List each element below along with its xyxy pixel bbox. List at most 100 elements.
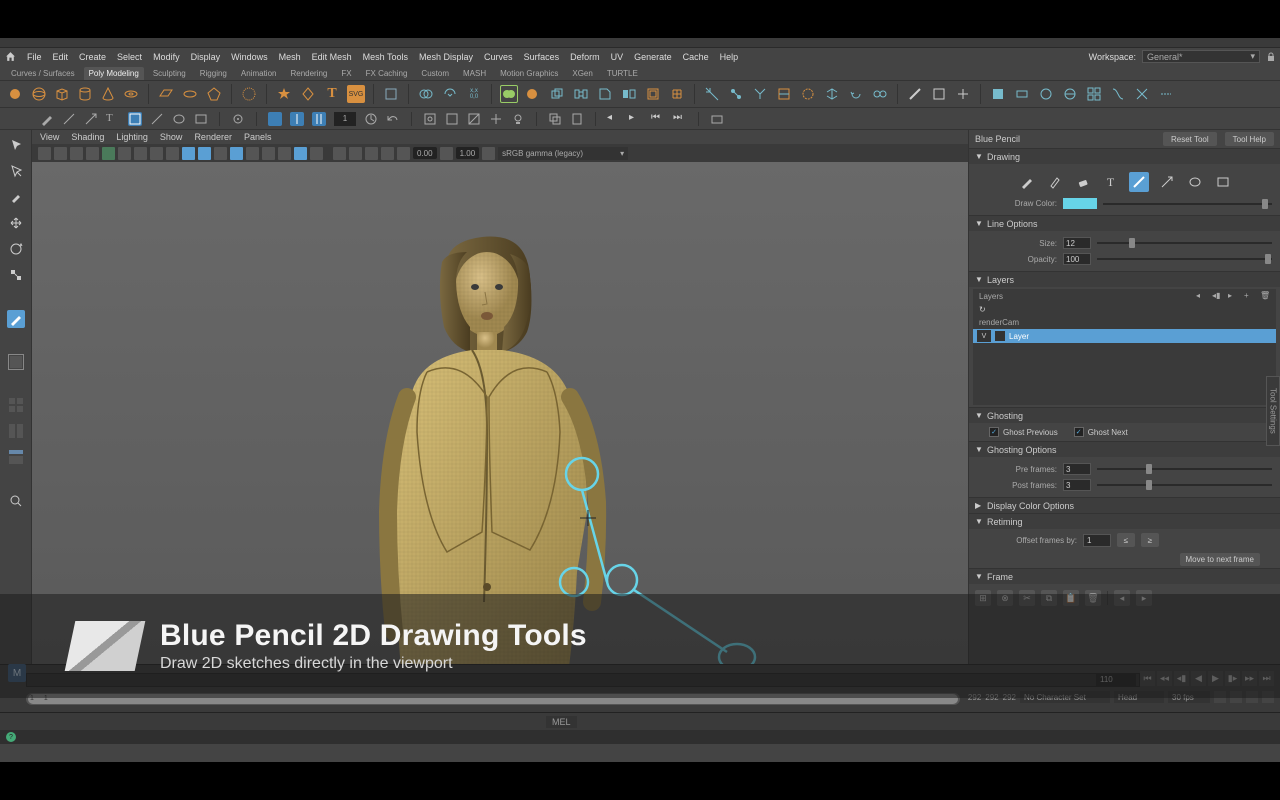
tab-rendering[interactable]: Rendering <box>285 67 332 80</box>
draw-color-swatch[interactable] <box>1063 198 1097 209</box>
vp-menu-shading[interactable]: Shading <box>71 132 104 142</box>
menu-display[interactable]: Display <box>191 52 221 62</box>
quad-draw-icon[interactable] <box>930 85 948 103</box>
tab-sculpting[interactable]: Sculpting <box>148 67 191 80</box>
layer-toggle[interactable] <box>995 331 1005 341</box>
section-drawing[interactable]: ▼Drawing <box>969 149 1280 164</box>
viewport-outliner-icon[interactable] <box>7 448 25 466</box>
vp-grid-icon[interactable] <box>102 147 115 160</box>
poly-torus-icon[interactable] <box>122 85 140 103</box>
vp-safe-action-icon[interactable] <box>182 147 195 160</box>
make-live-icon[interactable] <box>954 85 972 103</box>
pre-frames-slider[interactable] <box>1097 464 1272 474</box>
draw-rect-icon[interactable] <box>1213 172 1233 192</box>
vp-field-chart-icon[interactable] <box>166 147 179 160</box>
section-retiming[interactable]: ▼Retiming <box>969 514 1280 529</box>
size-slider[interactable] <box>1097 238 1272 248</box>
poly-superellipse-icon[interactable] <box>240 85 258 103</box>
tab-fx[interactable]: FX <box>336 67 356 80</box>
layer-refresh-icon[interactable]: ↻ <box>979 305 986 314</box>
mel-label[interactable]: MEL <box>546 716 577 728</box>
container-icon[interactable] <box>710 112 724 126</box>
opacity-field[interactable] <box>1063 253 1091 265</box>
copy-icon[interactable] <box>548 112 562 126</box>
smooth-icon[interactable] <box>644 85 662 103</box>
target-weld-icon[interactable] <box>727 85 745 103</box>
menu-surfaces[interactable]: Surfaces <box>524 52 560 62</box>
vp-bookmark-icon[interactable] <box>54 147 67 160</box>
sel-tool-arrow-icon[interactable] <box>84 112 98 126</box>
tab-turtle[interactable]: TURTLE <box>602 67 643 80</box>
wireframe-icon[interactable] <box>445 112 459 126</box>
lock-icon[interactable] <box>1266 52 1276 62</box>
boolean-axis-icon[interactable]: x,x0,0 <box>465 85 483 103</box>
uv-planar-icon[interactable] <box>1013 85 1031 103</box>
menu-generate[interactable]: Generate <box>634 52 672 62</box>
num-field[interactable]: 1 <box>334 112 356 126</box>
layer-item[interactable]: V Layer <box>973 329 1276 343</box>
retopo-icon[interactable] <box>668 85 686 103</box>
vp-viewtransform-icon[interactable] <box>482 147 495 160</box>
step-back-icon[interactable]: ◂ <box>607 112 621 126</box>
collapse-icon[interactable] <box>823 85 841 103</box>
snap-mode3-icon[interactable] <box>312 112 326 126</box>
draw-text-icon[interactable]: T <box>1101 172 1121 192</box>
menu-windows[interactable]: Windows <box>231 52 268 62</box>
poly-sphere-icon[interactable] <box>30 85 48 103</box>
sel-tool-line2-icon[interactable] <box>150 112 164 126</box>
side-tab-tool-settings[interactable]: Tool Settings <box>1266 376 1280 446</box>
tab-mash[interactable]: MASH <box>458 67 491 80</box>
ghost-next-checkbox[interactable]: ✓Ghost Next <box>1074 427 1128 437</box>
poly-type-star-icon[interactable] <box>275 85 293 103</box>
uv-auto-icon[interactable] <box>1085 85 1103 103</box>
menu-cache[interactable]: Cache <box>683 52 709 62</box>
vp-menu-panels[interactable]: Panels <box>244 132 272 142</box>
combine-icon[interactable] <box>417 85 435 103</box>
vp-film-gate-icon[interactable] <box>118 147 131 160</box>
offset-dec-button[interactable]: ≤ <box>1117 533 1135 547</box>
connect-icon[interactable] <box>751 85 769 103</box>
uv-sew-icon[interactable] <box>1157 85 1175 103</box>
vp-resolution-gate-icon[interactable] <box>134 147 147 160</box>
move-tool-icon[interactable] <box>7 214 25 232</box>
vp-shadows-icon[interactable] <box>278 147 291 160</box>
separate-icon[interactable] <box>441 85 459 103</box>
vp-menu-lighting[interactable]: Lighting <box>116 132 148 142</box>
vp-image-plane-icon[interactable] <box>70 147 83 160</box>
menu-create[interactable]: Create <box>79 52 106 62</box>
viewport-single-icon[interactable] <box>8 354 24 370</box>
sel-tool-text-icon[interactable]: T <box>106 112 120 126</box>
poly-disc-icon[interactable] <box>181 85 199 103</box>
history-icon[interactable] <box>364 112 378 126</box>
move-next-frame-button[interactable]: Move to next frame <box>1180 553 1260 566</box>
menu-mesh[interactable]: Mesh <box>279 52 301 62</box>
vp-gate-mask-icon[interactable] <box>150 147 163 160</box>
reset-tool-button[interactable]: Reset Tool <box>1163 132 1217 146</box>
bridge-icon[interactable] <box>572 85 590 103</box>
draw-arrow-icon[interactable] <box>1157 172 1177 192</box>
vp-xray-icon[interactable] <box>310 147 323 160</box>
lights-icon[interactable] <box>511 112 525 126</box>
tab-curves[interactable]: Curves / Surfaces <box>6 67 80 80</box>
mirror-icon[interactable] <box>620 85 638 103</box>
vp-2d-pan-icon[interactable] <box>86 147 99 160</box>
shelf-ctx-icon[interactable] <box>6 85 24 103</box>
vp-colorspace-dropdown[interactable]: sRGB gamma (legacy)▾ <box>498 147 628 160</box>
draw-pen-icon[interactable] <box>1045 172 1065 192</box>
insert-edge-icon[interactable] <box>775 85 793 103</box>
help-icon[interactable]: ? <box>6 732 16 742</box>
menu-uv[interactable]: UV <box>611 52 624 62</box>
sel-tool-ellipse-icon[interactable] <box>172 112 186 126</box>
poly-cone-icon[interactable] <box>99 85 117 103</box>
layer-delete-icon[interactable]: 🗑 <box>1260 291 1270 301</box>
vp-safe-title-icon[interactable] <box>198 147 211 160</box>
size-field[interactable] <box>1063 237 1091 249</box>
vp-lights-icon[interactable] <box>262 147 275 160</box>
draw-eraser-icon[interactable] <box>1073 172 1093 192</box>
rotate-tool-icon[interactable] <box>7 240 25 258</box>
section-ghosting[interactable]: ▼Ghosting <box>969 408 1280 423</box>
step-fwd-icon[interactable]: ▸ <box>629 112 643 126</box>
draw-line-icon[interactable] <box>1129 172 1149 192</box>
ghost-previous-checkbox[interactable]: ✓Ghost Previous <box>989 427 1058 437</box>
vp-menu-show[interactable]: Show <box>160 132 183 142</box>
